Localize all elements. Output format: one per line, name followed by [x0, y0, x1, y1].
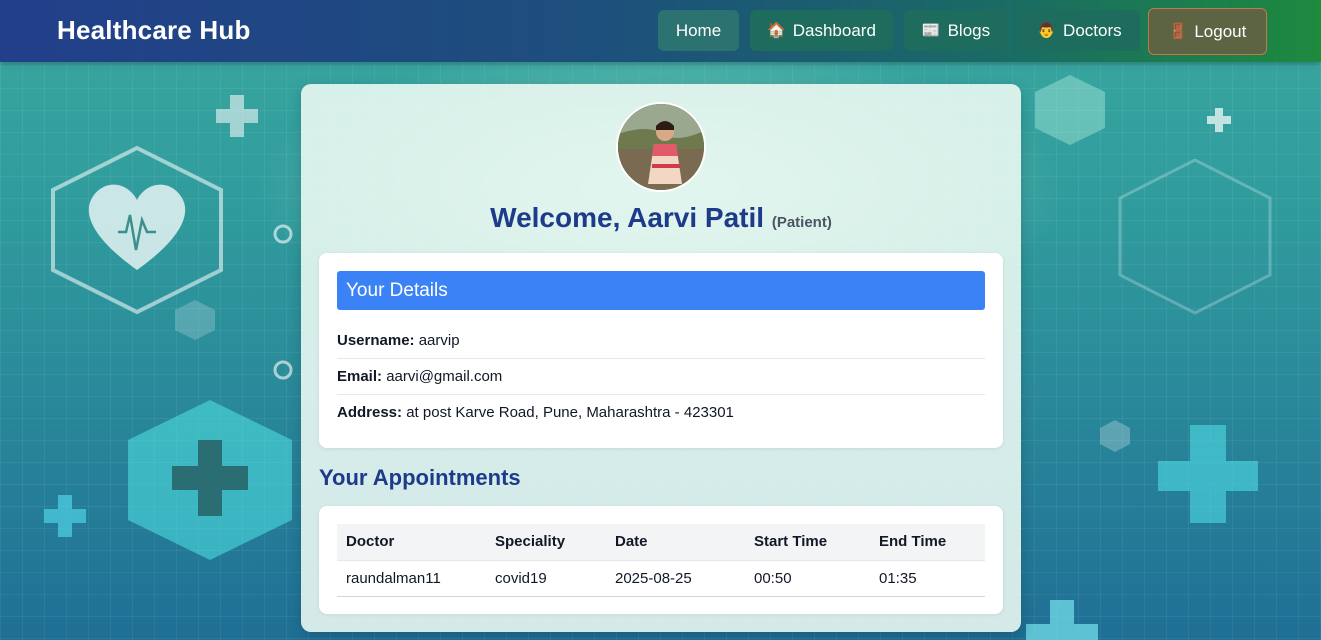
cell-end-time: 01:35	[870, 560, 985, 597]
detail-value: aarvi@gmail.com	[386, 368, 503, 385]
column-header-doctor: Doctor	[337, 524, 486, 561]
doctor-icon: 👨	[1037, 22, 1057, 39]
appointments-panel: Doctor Speciality Date Start Time End Ti…	[319, 506, 1003, 614]
top-navbar: Healthcare Hub Home 🏠 Dashboard 📰 Blogs …	[0, 0, 1321, 62]
nav-blogs-button[interactable]: 📰 Blogs	[904, 10, 1008, 51]
brand-title[interactable]: Healthcare Hub	[57, 15, 251, 46]
heart-icon	[88, 184, 186, 270]
newspaper-icon: 📰	[921, 22, 941, 39]
nav-blogs-label: Blogs	[947, 20, 991, 40]
nav-dashboard-label: Dashboard	[792, 20, 876, 40]
column-header-start-time: Start Time	[745, 524, 870, 561]
detail-row-email: Email: aarvi@gmail.com	[337, 359, 985, 395]
nav-home-label: Home	[675, 20, 722, 40]
hexagon-filled	[1100, 420, 1130, 452]
node-circle	[273, 224, 293, 244]
nav-dashboard-button[interactable]: 🏠 Dashboard	[750, 10, 893, 51]
logout-label: Logout	[1194, 21, 1247, 41]
cell-doctor: raundalman11	[337, 560, 486, 597]
details-panel: Your Details Username: aarvip Email: aar…	[319, 253, 1003, 448]
appointments-table: Doctor Speciality Date Start Time End Ti…	[337, 524, 985, 597]
cell-date: 2025-08-25	[606, 560, 745, 597]
detail-label: Email:	[337, 368, 383, 385]
appointments-heading: Your Appointments	[319, 465, 521, 490]
detail-value: at post Karve Road, Pune, Maharashtra - …	[406, 404, 734, 421]
column-header-speciality: Speciality	[486, 524, 606, 561]
nav-doctors-label: Doctors	[1063, 20, 1122, 40]
detail-value: aarvip	[418, 332, 460, 349]
node-circle	[273, 360, 293, 380]
avatar	[616, 102, 706, 192]
welcome-heading: Welcome, Aarvi Patil (Patient)	[301, 202, 1021, 234]
cell-start-time: 00:50	[745, 560, 870, 597]
detail-row-username: Username: aarvip	[337, 323, 985, 359]
profile-card: Welcome, Aarvi Patil (Patient) Your Deta…	[301, 84, 1021, 632]
details-heading: Your Details	[337, 271, 985, 310]
hexagon-filled	[175, 300, 215, 340]
cross-icon	[216, 95, 258, 137]
detail-row-address: Address: at post Karve Road, Pune, Mahar…	[337, 395, 985, 431]
cross-icon	[44, 495, 86, 537]
table-header-row: Doctor Speciality Date Start Time End Ti…	[337, 524, 985, 561]
cross-icon	[1158, 425, 1258, 523]
cell-speciality: covid19	[486, 560, 606, 597]
column-header-end-time: End Time	[870, 524, 985, 561]
logout-button[interactable]: 🚪 Logout	[1148, 8, 1267, 55]
table-row: raundalman11 covid19 2025-08-25 00:50 01…	[337, 560, 985, 597]
column-header-date: Date	[606, 524, 745, 561]
detail-label: Address:	[337, 404, 403, 421]
house-icon: 🏠	[767, 22, 786, 39]
cross-icon	[1026, 600, 1098, 640]
welcome-text: Welcome, Aarvi Patil	[490, 202, 765, 233]
hexagon-filled	[1035, 75, 1105, 145]
door-icon: 🚪	[1168, 23, 1188, 40]
hexagon-outline	[1118, 158, 1272, 315]
avatar-photo	[618, 104, 704, 190]
role-badge: (Patient)	[771, 214, 832, 231]
nav-home-button[interactable]: Home	[658, 10, 739, 51]
detail-label: Username:	[337, 332, 415, 349]
cross-icon	[1207, 108, 1231, 132]
nav-doctors-button[interactable]: 👨 Doctors	[1019, 10, 1140, 51]
